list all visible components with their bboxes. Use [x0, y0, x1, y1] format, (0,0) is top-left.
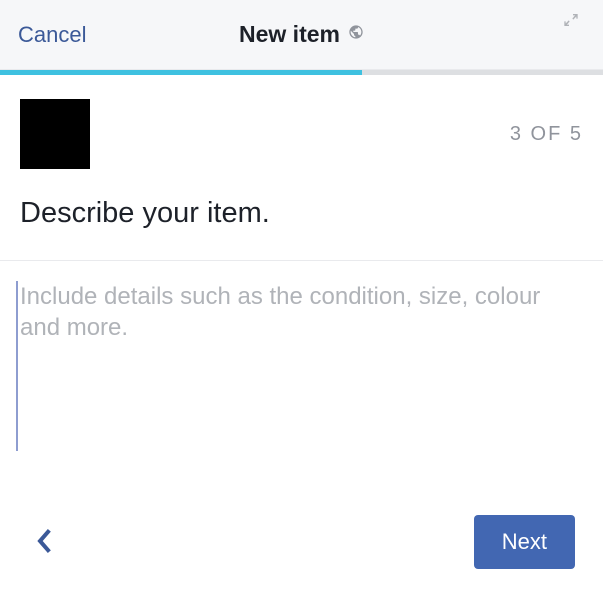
chevron-left-icon — [36, 543, 52, 558]
header-title-wrap: New item — [239, 21, 364, 48]
header-bar: Cancel New item — [0, 0, 603, 70]
step-counter: 3 OF 5 — [510, 123, 583, 146]
description-wrap — [0, 261, 603, 456]
footer-bar: Next — [0, 515, 603, 569]
section-heading: Describe your item. — [20, 197, 583, 230]
description-input[interactable] — [16, 281, 579, 451]
expand-icon[interactable] — [563, 12, 579, 28]
item-thumbnail[interactable] — [20, 99, 90, 169]
content-area: 3 OF 5 Describe your item. — [0, 75, 603, 242]
back-button[interactable] — [28, 519, 60, 566]
top-row: 3 OF 5 — [20, 99, 583, 169]
next-button[interactable]: Next — [474, 515, 575, 569]
cancel-button[interactable]: Cancel — [18, 22, 86, 48]
page-title: New item — [239, 21, 340, 48]
globe-icon — [348, 24, 364, 45]
